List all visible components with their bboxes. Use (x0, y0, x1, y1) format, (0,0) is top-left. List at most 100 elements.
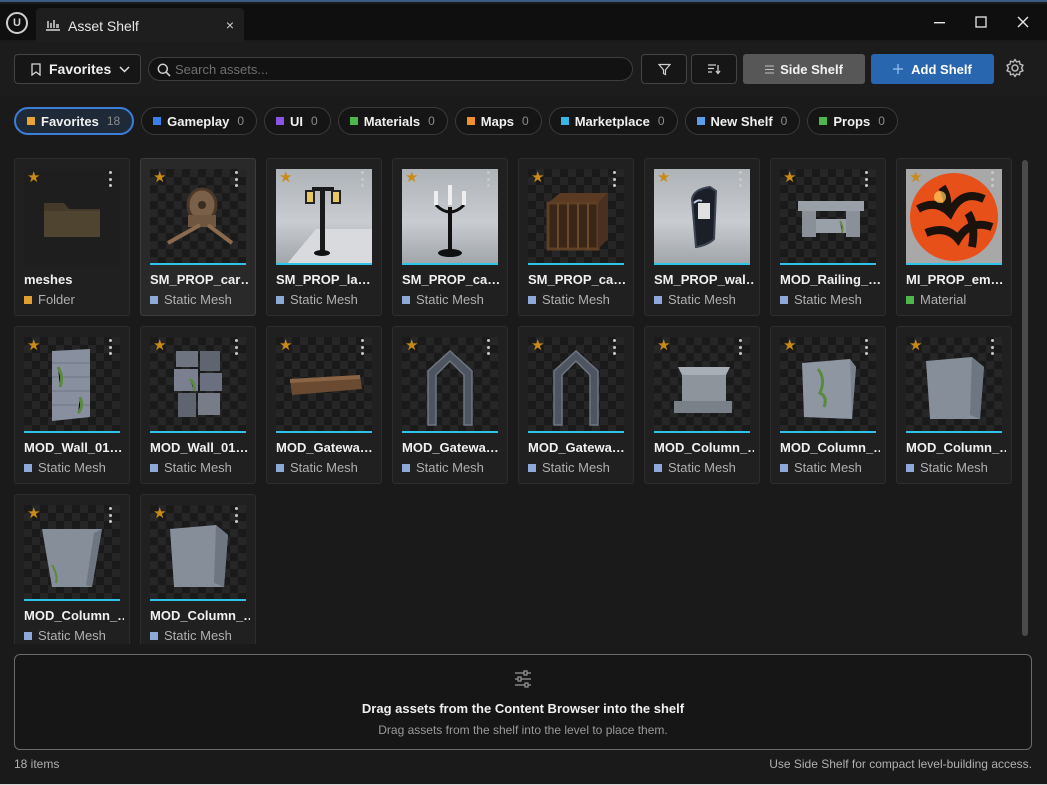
more-options-icon[interactable] (107, 339, 113, 355)
asset-name: MOD_Wall_01… (24, 440, 123, 455)
star-icon[interactable]: ★ (405, 170, 418, 185)
star-icon[interactable]: ★ (27, 170, 40, 185)
asset-card[interactable]: ★ MOD_Gatewa… Static Mesh (392, 326, 508, 484)
more-options-icon[interactable] (107, 507, 113, 523)
asset-type-swatch (276, 463, 284, 472)
chip-new-shelf[interactable]: New Shelf 0 (684, 107, 801, 135)
add-shelf-button[interactable]: Add Shelf (871, 54, 994, 84)
star-icon[interactable]: ★ (909, 338, 922, 353)
more-options-icon[interactable] (611, 171, 617, 187)
more-options-icon[interactable] (737, 339, 743, 355)
star-icon[interactable]: ★ (27, 338, 40, 353)
asset-card[interactable]: ★ MOD_Column_… Static Mesh (14, 494, 130, 644)
more-options-icon[interactable] (233, 339, 239, 355)
chip-name: Marketplace (574, 113, 650, 129)
star-icon[interactable]: ★ (153, 506, 166, 521)
asset-card[interactable]: ★ SM_PROP_ca… Static Mesh (518, 158, 634, 316)
asset-card[interactable]: ★ MOD_Railing_… Static Mesh (770, 158, 886, 316)
star-icon[interactable]: ★ (153, 338, 166, 353)
asset-card[interactable]: ★ MOD_Column_… Static Mesh (896, 326, 1012, 484)
chip-marketplace[interactable]: Marketplace 0 (548, 107, 678, 135)
asset-card[interactable]: ★ SM_PROP_car… Static Mesh (140, 158, 256, 316)
list-icon (765, 65, 775, 73)
asset-type-label: Static Mesh (794, 292, 862, 307)
asset-type-label: Static Mesh (416, 292, 484, 307)
asset-card[interactable]: ★ MOD_Gatewa… Static Mesh (266, 326, 382, 484)
asset-type: Static Mesh (276, 292, 358, 307)
star-icon[interactable]: ★ (783, 170, 796, 185)
more-options-icon[interactable] (359, 339, 365, 355)
more-options-icon[interactable] (863, 171, 869, 187)
star-icon[interactable]: ★ (783, 338, 796, 353)
more-options-icon[interactable] (611, 339, 617, 355)
chip-materials[interactable]: Materials 0 (337, 107, 448, 135)
chip-maps[interactable]: Maps 0 (454, 107, 542, 135)
tab-asset-shelf[interactable]: Asset Shelf × (36, 8, 244, 42)
star-icon[interactable]: ★ (27, 506, 40, 521)
star-icon[interactable]: ★ (531, 170, 544, 185)
asset-name: SM_PROP_ca… (402, 272, 501, 287)
favorites-dropdown[interactable]: Favorites (14, 54, 141, 84)
status-hint: Use Side Shelf for compact level-buildin… (769, 757, 1032, 771)
asset-card[interactable]: ★ MOD_Wall_01… Static Mesh (14, 326, 130, 484)
star-icon[interactable]: ★ (909, 170, 922, 185)
asset-card[interactable]: ★ MOD_Column_… Static Mesh (770, 326, 886, 484)
asset-card[interactable]: ★ MI_PROP_em… Material (896, 158, 1012, 316)
star-icon[interactable]: ★ (531, 338, 544, 353)
more-options-icon[interactable] (485, 339, 491, 355)
asset-grid: ★ meshes Folder ★ SM_PROP_car… Static Mesh ★ SM… (14, 158, 1016, 644)
star-icon[interactable]: ★ (657, 170, 670, 185)
more-options-icon[interactable] (989, 339, 995, 355)
side-shelf-button[interactable]: Side Shelf (743, 54, 865, 84)
chip-gameplay[interactable]: Gameplay 0 (141, 107, 258, 135)
chip-ui[interactable]: UI 0 (264, 107, 331, 135)
more-options-icon[interactable] (863, 339, 869, 355)
bookmark-icon (31, 62, 41, 76)
asset-type-swatch (402, 463, 410, 472)
asset-card[interactable]: ★ MOD_Gatewa… Static Mesh (518, 326, 634, 484)
star-icon[interactable]: ★ (657, 338, 670, 353)
asset-type-label: Static Mesh (164, 628, 232, 643)
more-options-icon[interactable] (989, 171, 995, 187)
asset-card[interactable]: ★ SM_PROP_wal… Static Mesh (644, 158, 760, 316)
more-options-icon[interactable] (737, 171, 743, 187)
asset-card[interactable]: ★ MOD_Column_… Static Mesh (644, 326, 760, 484)
shelf-tab-icon (46, 20, 60, 31)
star-icon[interactable]: ★ (279, 338, 292, 353)
maximize-button[interactable] (967, 10, 995, 34)
chip-favorites[interactable]: Favorites 18 (14, 107, 135, 135)
window-close-button[interactable] (1009, 10, 1037, 34)
sort-button[interactable] (691, 54, 737, 84)
asset-card[interactable]: ★ SM_PROP_la… Static Mesh (266, 158, 382, 316)
asset-loaded-underline (402, 263, 498, 265)
grid-scrollbar[interactable] (1022, 160, 1028, 636)
drop-zone[interactable]: Drag assets from the Content Browser int… (14, 654, 1032, 750)
search-input[interactable] (175, 61, 632, 77)
asset-type-swatch (780, 295, 788, 304)
asset-card[interactable]: ★ SM_PROP_ca… Static Mesh (392, 158, 508, 316)
chip-props[interactable]: Props 0 (807, 107, 898, 135)
more-options-icon[interactable] (233, 507, 239, 523)
asset-type-label: Static Mesh (542, 292, 610, 307)
tab-close-icon[interactable]: × (226, 17, 234, 33)
minimize-icon (934, 22, 945, 24)
asset-loaded-underline (150, 599, 246, 601)
side-shelf-label: Side Shelf (780, 61, 843, 77)
asset-card[interactable]: ★ MOD_Column_… Static Mesh (140, 494, 256, 644)
more-options-icon[interactable] (485, 171, 491, 187)
asset-card[interactable]: ★ meshes Folder (14, 158, 130, 316)
more-options-icon[interactable] (107, 171, 113, 187)
settings-gear-icon[interactable] (1005, 58, 1025, 78)
more-options-icon[interactable] (359, 171, 365, 187)
asset-card[interactable]: ★ MOD_Wall_01… Static Mesh (140, 326, 256, 484)
star-icon[interactable]: ★ (405, 338, 418, 353)
star-icon[interactable]: ★ (279, 170, 292, 185)
asset-type-swatch (150, 631, 158, 640)
star-icon[interactable]: ★ (153, 170, 166, 185)
filter-button[interactable] (641, 54, 687, 84)
search-box[interactable] (148, 57, 633, 81)
chip-count: 0 (657, 114, 665, 128)
more-options-icon[interactable] (233, 171, 239, 187)
minimize-button[interactable] (926, 10, 954, 34)
asset-type-swatch (654, 463, 662, 472)
